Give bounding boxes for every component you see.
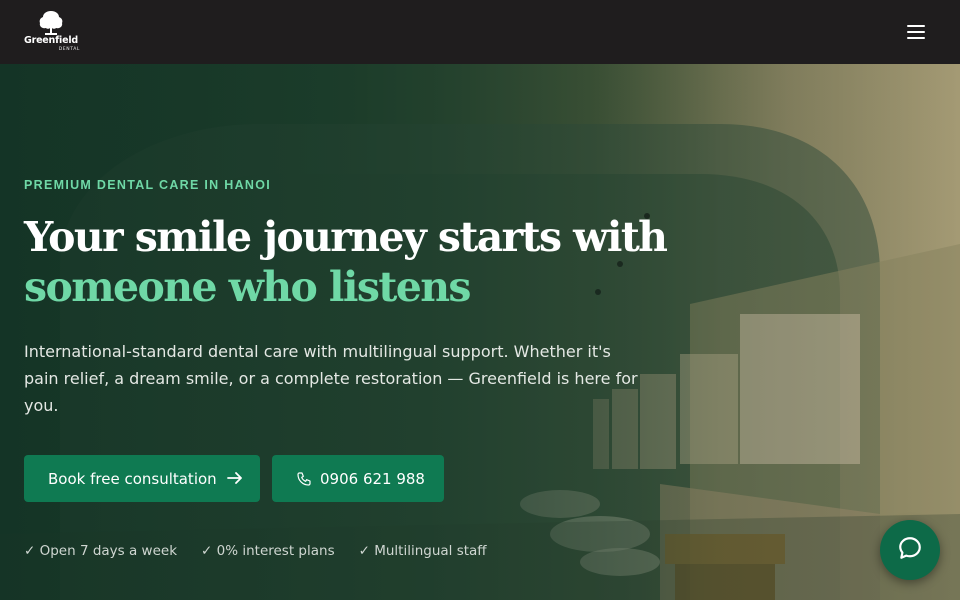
perk-multilingual: ✓ Multilingual staff <box>358 543 487 559</box>
hero-headline: Your smile journey starts with someone w… <box>24 212 724 312</box>
arrow-right-icon <box>226 470 243 488</box>
chat-bubble-icon <box>897 535 923 566</box>
hero-eyebrow: PREMIUM DENTAL CARE IN HANOI <box>24 178 272 192</box>
hamburger-menu-icon[interactable] <box>902 20 930 44</box>
book-consultation-label: Book free consultation <box>48 469 217 488</box>
phone-icon <box>296 471 312 487</box>
brand-subtitle: DENTAL <box>58 47 80 52</box>
perk-open-days: ✓ Open 7 days a week <box>24 543 178 559</box>
book-consultation-button[interactable]: Book free consultation <box>24 455 260 502</box>
perk-interest-plans: ✓ 0% interest plans <box>201 543 335 559</box>
hero-description: International-standard dental care with … <box>24 342 638 415</box>
site-header: Greenfield DENTAL <box>0 0 960 64</box>
headline-line-2: someone who listens <box>24 263 471 311</box>
hero-section <box>0 64 960 600</box>
call-phone-button[interactable]: 0906 621 988 <box>272 455 444 502</box>
perks-list: ✓ Open 7 days a week ✓ 0% interest plans… <box>24 543 487 559</box>
logo[interactable]: Greenfield DENTAL <box>22 10 82 54</box>
chat-button[interactable] <box>880 520 940 580</box>
phone-number: 0906 621 988 <box>320 469 425 488</box>
brand-name: Greenfield <box>23 35 79 46</box>
headline-line-1: Your smile journey starts with <box>24 213 668 261</box>
